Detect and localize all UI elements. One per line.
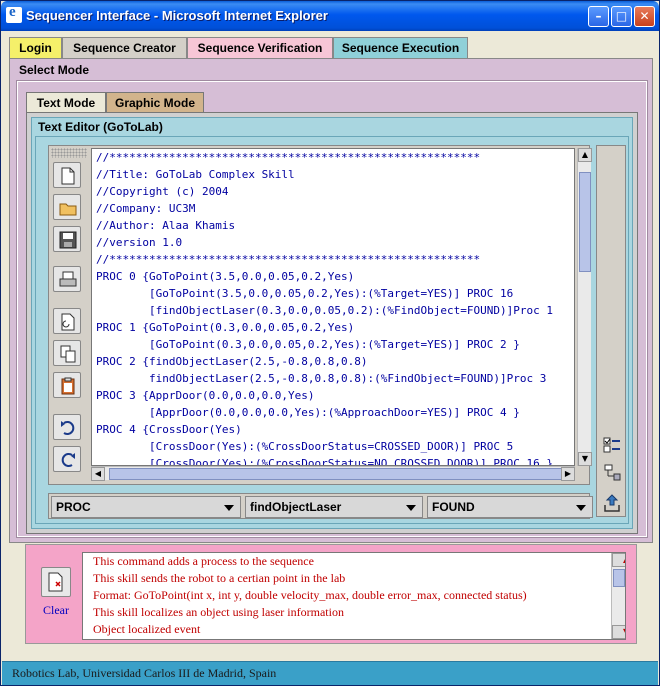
internet-explorer-icon [6, 4, 22, 23]
title-bar: Sequencer Interface - Microsoft Internet… [1, 1, 659, 31]
message-scroll-down[interactable]: ▼ [612, 625, 625, 639]
side-toolbar [596, 145, 626, 517]
save-button[interactable] [53, 226, 81, 252]
proc-select[interactable]: PROC [51, 496, 241, 518]
code-text[interactable]: //**************************************… [92, 149, 574, 465]
export-icon[interactable] [603, 494, 621, 512]
scroll-up-button[interactable]: ▲ [578, 148, 592, 162]
close-button[interactable]: ✕ [634, 6, 655, 27]
text-editor-group: Text Editor (GoToLab) //****************… [31, 117, 633, 529]
tab-sequence-execution[interactable]: Sequence Execution [333, 37, 468, 58]
message-line: This skill localizes an object using las… [93, 605, 344, 619]
open-folder-icon [59, 203, 77, 216]
clear-label[interactable]: Clear [43, 603, 69, 618]
scroll-thumb[interactable] [579, 172, 591, 272]
message-scroll-up[interactable]: ▲ [612, 553, 625, 567]
code-horizontal-scrollbar[interactable]: ◀ ▶ [91, 466, 575, 481]
tab-graphic-mode[interactable]: Graphic Mode [106, 92, 204, 113]
code-vertical-scrollbar[interactable]: ▲ ▼ [577, 148, 592, 466]
skill-select-value: findObjectLaser [250, 500, 342, 514]
undo-icon [61, 421, 75, 435]
copy-icon [60, 345, 76, 363]
message-line: Format: GoToPoint(int x, int y, double v… [93, 588, 527, 602]
undo-button[interactable] [53, 414, 81, 440]
skill-select[interactable]: findObjectLaser [245, 496, 423, 518]
login-panel: Select Mode Text Mode Graphic Mode Text … [9, 58, 653, 543]
paste-icon [61, 313, 75, 331]
redo-icon [61, 453, 75, 467]
window-title: Sequencer Interface - Microsoft Internet… [26, 8, 328, 23]
copy-button[interactable] [53, 340, 81, 366]
code-editor[interactable]: //**************************************… [91, 148, 575, 466]
scroll-down-button[interactable]: ▼ [578, 452, 592, 466]
print-icon [59, 271, 77, 287]
select-mode-label: Select Mode [19, 63, 90, 77]
editor-area: //**************************************… [48, 145, 592, 485]
chevron-down-icon [406, 505, 416, 511]
paste-button[interactable] [53, 308, 81, 334]
new-file-icon [61, 167, 75, 185]
scroll-left-button[interactable]: ◀ [91, 467, 105, 481]
status-bar: Robotics Lab, Universidad Carlos III de … [2, 661, 658, 685]
tab-sequence-verification[interactable]: Sequence Verification [187, 37, 333, 58]
open-button[interactable] [53, 194, 81, 220]
clear-document-icon [48, 572, 63, 592]
clipboard-icon [61, 377, 75, 395]
toolbar-grip[interactable] [51, 148, 87, 158]
chevron-down-icon [224, 505, 234, 511]
text-mode-panel: Text Editor (GoToLab) //****************… [26, 112, 638, 534]
save-icon [59, 231, 77, 249]
clipboard-button[interactable] [53, 372, 81, 398]
network-icon[interactable] [603, 464, 621, 482]
message-list: This command adds a process to the seque… [82, 552, 626, 640]
new-file-button[interactable] [53, 162, 81, 188]
text-editor-label: Text Editor (GoToLab) [38, 120, 163, 134]
tab-text-mode[interactable]: Text Mode [26, 92, 106, 113]
text-editor-frame: //**************************************… [35, 136, 629, 524]
event-select-value: FOUND [432, 500, 475, 514]
proc-select-value: PROC [56, 500, 91, 514]
minimize-button[interactable]: – [588, 6, 609, 27]
message-panel: Clear This command adds a process to the… [25, 544, 637, 644]
scroll-right-button[interactable]: ▶ [561, 467, 575, 481]
message-scrollbar[interactable]: ▲ ▼ [611, 553, 625, 639]
hscroll-thumb[interactable] [109, 468, 569, 480]
redo-button[interactable] [53, 446, 81, 472]
chevron-down-icon [576, 505, 586, 511]
maximize-button[interactable]: □ [611, 6, 632, 27]
status-text: Robotics Lab, Universidad Carlos III de … [12, 666, 277, 680]
event-select[interactable]: FOUND [427, 496, 593, 518]
message-line: This command adds a process to the seque… [93, 554, 314, 568]
message-scroll-thumb[interactable] [613, 569, 625, 587]
clear-button[interactable] [41, 567, 71, 597]
browser-window: Sequencer Interface - Microsoft Internet… [0, 0, 660, 686]
checklist-icon[interactable] [603, 436, 621, 454]
tab-login[interactable]: Login [9, 37, 62, 58]
command-selectors: PROC findObjectLaser FOUND [48, 493, 593, 519]
message-line: This skill sends the robot to a certian … [93, 571, 346, 585]
message-line: Object localized event [93, 622, 201, 636]
print-button[interactable] [53, 266, 81, 292]
tab-sequence-creator[interactable]: Sequence Creator [62, 37, 187, 58]
